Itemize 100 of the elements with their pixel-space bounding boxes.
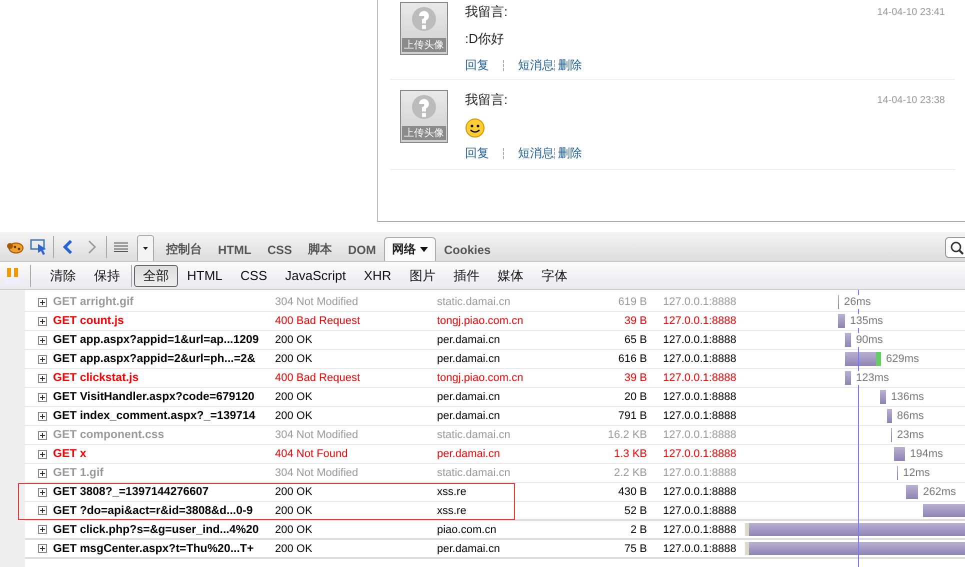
search-icon: [950, 240, 964, 254]
filter-tab[interactable]: 插件: [444, 264, 488, 286]
request-url[interactable]: GET x: [53, 448, 275, 460]
request-url[interactable]: GET index_comment.aspx?_=139714: [53, 410, 275, 422]
request-domain: tongj.piao.com.cn: [437, 372, 524, 384]
request-url[interactable]: GET count.js: [53, 315, 275, 327]
expand-icon[interactable]: [38, 316, 47, 326]
request-domain: xss.re: [437, 504, 468, 516]
panel-tab[interactable]: CSS: [259, 237, 300, 261]
wait-bar: [745, 542, 749, 555]
request-domain: per.damai.cn: [437, 353, 501, 365]
wait-bar: [745, 523, 749, 536]
panel-tab[interactable]: 网络: [384, 237, 436, 261]
panel-tab[interactable]: DOM: [340, 237, 384, 261]
request-remote: 127.0.0.1:8888: [662, 486, 737, 498]
timeline-bar: [880, 390, 886, 404]
timing-label: 90ms: [855, 333, 884, 347]
comment-action-link[interactable]: 回复: [465, 57, 489, 74]
request-url[interactable]: GET msgCenter.aspx?t=Thu%20...T+: [53, 542, 275, 554]
filter-tab[interactable]: HTML: [178, 264, 232, 286]
timeline-bar: [897, 466, 898, 480]
timeline-bar: [906, 485, 918, 499]
request-domain: static.damai.cn: [437, 296, 512, 308]
caret-icon: [420, 245, 428, 254]
comment-action-link[interactable]: 删除: [558, 57, 582, 74]
request-size: 75 B: [623, 542, 647, 554]
request-domain: static.damai.cn: [437, 467, 512, 479]
comment-action-link[interactable]: 回复: [465, 145, 489, 162]
comment-action-link[interactable]: 短消息: [518, 145, 554, 162]
request-status: 200 OK: [275, 391, 314, 403]
expand-icon[interactable]: [38, 468, 47, 478]
filter-tab[interactable]: XHR: [354, 264, 400, 286]
request-status: 404 Not Found: [275, 448, 349, 460]
request-remote: 127.0.0.1:8888: [662, 296, 737, 308]
comment-action-link[interactable]: 短消息: [518, 57, 554, 74]
timeline-bar: [845, 333, 851, 347]
toolbar-button[interactable]: 保持: [85, 264, 129, 286]
request-url[interactable]: GET ?do=api&act=r&id=3808&d...0-9: [53, 504, 275, 516]
request-url[interactable]: GET VisitHandler.aspx?code=679120: [53, 391, 275, 403]
filter-tab[interactable]: JavaScript: [276, 264, 355, 286]
expand-icon[interactable]: [38, 412, 47, 420]
request-domain: piao.com.cn: [437, 524, 498, 536]
request-size: 2 B: [629, 524, 647, 536]
comment-author: 我留言:: [465, 91, 508, 109]
toolbar-button[interactable]: 清除: [41, 264, 85, 286]
request-remote: 127.0.0.1:8888: [662, 448, 737, 460]
panel-tab[interactable]: HTML: [210, 237, 260, 261]
request-status: 400 Bad Request: [275, 315, 362, 327]
comment-action-link[interactable]: 删除: [558, 145, 582, 162]
xhr-icon: [4, 266, 22, 284]
request-status: 200 OK: [275, 524, 314, 536]
timeline-bar: [845, 371, 851, 385]
request-domain: per.damai.cn: [437, 334, 501, 346]
expand-icon[interactable]: [38, 450, 47, 458]
filter-tab[interactable]: 字体: [532, 264, 576, 286]
panel-tab[interactable]: Cookies: [436, 237, 499, 261]
request-url[interactable]: GET app.aspx?appid=2&url=ph...=2&: [53, 353, 275, 365]
filter-tab[interactable]: 全部: [134, 264, 178, 286]
request-domain: per.damai.cn: [437, 391, 501, 403]
request-size: 791 B: [617, 410, 647, 422]
request-status: 200 OK: [275, 542, 314, 554]
avatar-caption: 上传头像: [402, 126, 446, 140]
filter-tab[interactable]: 图片: [400, 264, 444, 286]
request-size: 16.2 KB: [606, 429, 647, 441]
request-domain: per.damai.cn: [437, 542, 501, 554]
request-status: 200 OK: [275, 334, 314, 346]
filter-tab[interactable]: 媒体: [488, 264, 532, 286]
request-remote: 127.0.0.1:8888: [662, 542, 737, 554]
request-size: 20 B: [623, 391, 647, 403]
request-size: 430 B: [617, 486, 647, 498]
expand-icon[interactable]: [38, 488, 47, 496]
expand-icon[interactable]: [38, 298, 47, 306]
filter-tab[interactable]: CSS: [231, 264, 276, 286]
expand-icon[interactable]: [38, 374, 47, 382]
request-status: 200 OK: [275, 353, 314, 365]
expand-icon[interactable]: [38, 544, 47, 553]
request-size: 39 B: [623, 315, 647, 327]
expand-icon[interactable]: [38, 506, 47, 515]
request-url[interactable]: GET click.php?s=&g=user_ind...4%20: [53, 524, 275, 536]
request-domain: xss.re: [437, 486, 468, 498]
request-size: 52 B: [623, 504, 647, 516]
expand-icon[interactable]: [38, 392, 47, 402]
expand-icon[interactable]: [38, 525, 47, 534]
comment-time: 14-04-10 23:38: [877, 94, 945, 106]
request-domain: tongj.piao.com.cn: [437, 315, 524, 327]
request-url[interactable]: GET 3808?_=1397144276607: [53, 486, 275, 498]
request-status: 200 OK: [275, 504, 314, 516]
avatar-caption: 上传头像: [402, 38, 446, 52]
expand-icon[interactable]: [38, 354, 47, 364]
request-url[interactable]: GET app.aspx?appid=1&url=ap...1209: [53, 334, 275, 346]
request-size: 619 B: [617, 296, 647, 308]
request-url[interactable]: GET clickstat.js: [53, 372, 275, 384]
expand-icon[interactable]: [38, 430, 47, 440]
request-remote: 127.0.0.1:8888: [662, 504, 737, 516]
timeline-bar: [894, 447, 905, 461]
request-size: 2.2 KB: [612, 467, 647, 479]
panel-tab[interactable]: 控制台: [158, 237, 210, 261]
expand-icon[interactable]: [38, 336, 47, 344]
panel-tab[interactable]: 脚本: [300, 237, 340, 261]
smiley-icon: [465, 118, 485, 138]
